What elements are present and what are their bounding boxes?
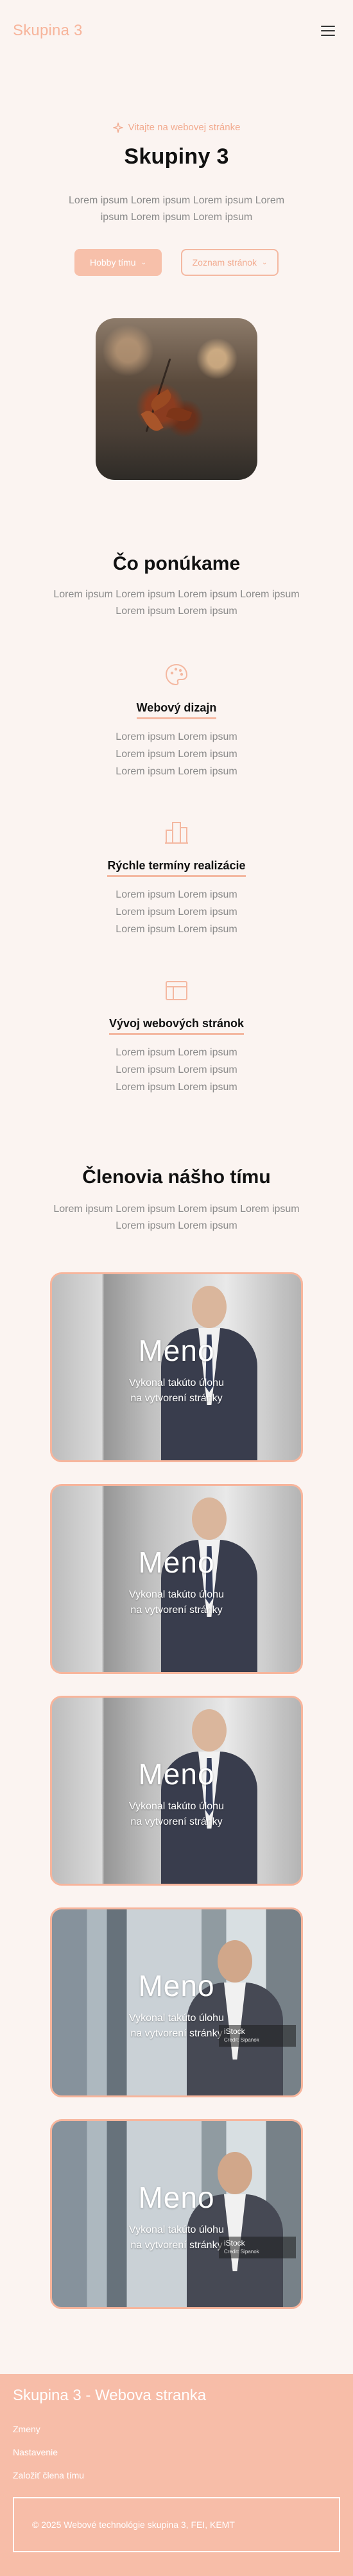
services-text: Lorem ipsum Lorem ipsum Lorem ipsum Lore…: [53, 589, 300, 617]
services-title: Čo ponúkame: [112, 553, 241, 574]
footer-copyright-box: © 2025 Webové technológie skupina 3, FEI…: [13, 2497, 340, 2552]
team-member-card[interactable]: Meno Vykonal takúto úlohu na vytvorení s…: [50, 1484, 303, 1674]
services-section: Čo ponúkame Lorem ipsum Lorem ipsum Lore…: [0, 553, 353, 620]
stock-watermark-credit: Credit: Sipanok: [224, 2249, 259, 2255]
service-name: Rýchle termíny realizácie: [107, 859, 246, 877]
pages-list-button-label: Zoznam stránok: [192, 257, 257, 268]
stock-watermark-label: iStock: [224, 2027, 245, 2036]
member-name: Meno: [138, 1969, 215, 2002]
stock-watermark: iStock Credit: Sipanok: [219, 2237, 296, 2258]
hero-image: [96, 318, 257, 480]
hero-eyebrow: Vitajte na webovej stránke: [0, 122, 353, 133]
footer-link-settings[interactable]: Nastavenie: [13, 2441, 340, 2464]
hero-eyebrow-text: Vitajte na webovej stránke: [128, 122, 241, 133]
team-member-card[interactable]: Meno Vykonal takúto úlohu na vytvorení s…: [50, 1696, 303, 1886]
hero-title: Skupiny 3: [124, 144, 229, 169]
service-item: Rýchle termíny realizácie Lorem ipsum Lo…: [0, 819, 353, 938]
team-member-card[interactable]: Meno Vykonal takúto úlohu na vytvorení s…: [50, 1907, 303, 2097]
service-text: Lorem ipsum Lorem ipsum Lorem ipsum Lore…: [116, 731, 237, 777]
brand-logo[interactable]: Skupina 3: [13, 22, 83, 40]
member-name: Meno: [138, 1334, 215, 1367]
site-header: Skupina 3: [0, 0, 353, 62]
service-item: Webový dizajn Lorem ipsum Lorem ipsum Lo…: [0, 661, 353, 780]
copyright-text: © 2025 Webové technológie skupina 3, FEI…: [32, 2520, 235, 2530]
stock-watermark: iStock Credit: Sipanok: [219, 2025, 296, 2047]
service-text: Lorem ipsum Lorem ipsum Lorem ipsum Lore…: [116, 889, 237, 935]
footer-link-changes[interactable]: Zmeny: [13, 2418, 340, 2441]
hero-section: Vitajte na webovej stránke Skupiny 3 Lor…: [0, 122, 353, 276]
pages-list-button[interactable]: Zoznam stránok ⌄: [181, 249, 279, 276]
member-name: Meno: [138, 1757, 215, 1791]
member-role: Vykonal takúto úlohu na vytvorení stránk…: [129, 1589, 224, 1616]
menu-icon[interactable]: [321, 26, 335, 36]
team-section: Členovia nášho tímu Lorem ipsum Lorem ip…: [0, 1166, 353, 1234]
browser-icon: [166, 981, 187, 1000]
palette-icon: [165, 663, 188, 686]
team-title: Členovia nášho tímu: [82, 1166, 271, 1188]
footer-link-add-member[interactable]: Založiť člena tímu: [13, 2464, 340, 2487]
service-item: Vývoj webových stránok Lorem ipsum Lorem…: [0, 977, 353, 1096]
team-member-card[interactable]: Meno Vykonal takúto úlohu na vytvorení s…: [50, 2119, 303, 2309]
member-role: Vykonal takúto úlohu na vytvorení stránk…: [129, 1801, 224, 1827]
stock-watermark-label: iStock: [224, 2239, 245, 2248]
service-name: Webový dizajn: [136, 701, 217, 719]
sparkle-icon: [112, 122, 123, 133]
service-text: Lorem ipsum Lorem ipsum Lorem ipsum Lore…: [116, 1047, 237, 1093]
hobby-button-label: Hobby tímu: [90, 257, 136, 268]
buildings-icon: [165, 822, 188, 844]
chevron-down-icon: ⌄: [141, 259, 146, 266]
chevron-down-icon: ⌄: [261, 259, 268, 266]
member-role: Vykonal takúto úlohu na vytvorení stránk…: [129, 1378, 224, 1404]
stock-watermark-credit: Credit: Sipanok: [224, 2037, 259, 2043]
site-footer: Skupina 3 - Webova stranka Zmeny Nastave…: [0, 2374, 353, 2576]
footer-title: Skupina 3 - Webova stranka: [13, 2387, 207, 2404]
hero-buttons: Hobby tímu ⌄ Zoznam stránok ⌄: [0, 249, 353, 276]
service-name: Vývoj webových stránok: [108, 1017, 245, 1035]
hero-text: Lorem ipsum Lorem ipsum Lorem ipsum Lore…: [68, 195, 285, 223]
member-name: Meno: [138, 1546, 215, 1579]
team-member-card[interactable]: Meno Vykonal takúto úlohu na vytvorení s…: [50, 1272, 303, 1462]
hobby-button[interactable]: Hobby tímu ⌄: [74, 249, 162, 276]
member-name: Meno: [138, 2181, 215, 2214]
footer-links: Zmeny Nastavenie Založiť člena tímu: [13, 2418, 340, 2487]
team-text: Lorem ipsum Lorem ipsum Lorem ipsum Lore…: [53, 1204, 300, 1231]
